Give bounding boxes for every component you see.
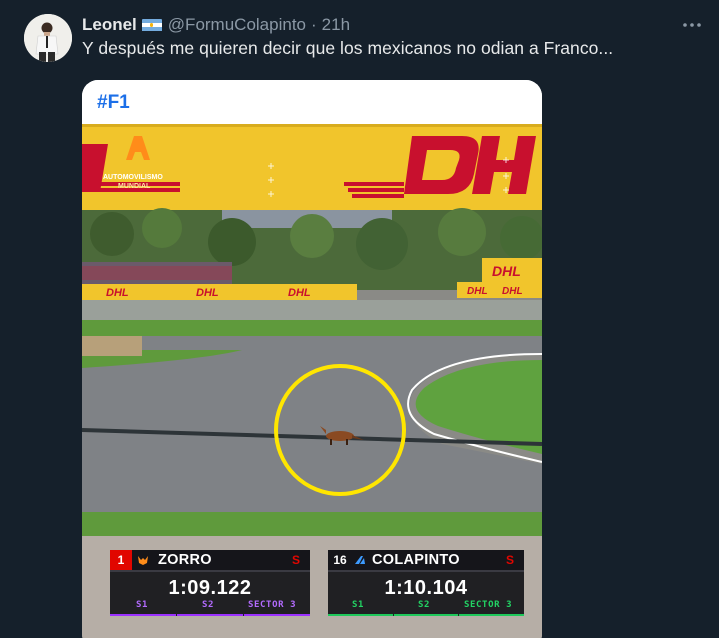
- more-horizontal-icon: [683, 23, 701, 27]
- fence-sponsor-3: DHL: [288, 287, 311, 299]
- sector-3-bar: [244, 614, 310, 616]
- lap-time: 1:10.104: [384, 577, 468, 599]
- alpine-team-icon: [352, 550, 368, 570]
- avatar[interactable]: [24, 14, 72, 62]
- driver-name: ZORRO: [158, 552, 212, 568]
- sector-2-bar: [394, 614, 458, 616]
- status-s: S: [505, 553, 514, 567]
- display-name[interactable]: Leonel: [82, 15, 137, 35]
- timestamp[interactable]: 21h: [322, 15, 350, 35]
- sector-2-bar: [177, 614, 243, 616]
- sector-1-label: S1: [352, 600, 365, 610]
- tweet-text: Y después me quieren decir que los mexic…: [82, 38, 614, 58]
- tweet-header: Leonel @FormuColapinto · 21h: [82, 14, 350, 36]
- status-s: S: [291, 553, 300, 567]
- lap-time: 1:09.122: [168, 577, 252, 599]
- sector-3-label: SECTOR 3: [248, 600, 297, 610]
- logo-text-line2: MUNDIAL: [118, 183, 151, 190]
- media-image[interactable]: #F1 AUTOMOVILISMO MUNDIAL DHL DHL DHL DH…: [82, 80, 542, 638]
- fox-team-icon: [134, 550, 152, 570]
- fence-sponsor-2: DHL: [196, 287, 219, 299]
- driver-name: COLAPINTO: [372, 552, 460, 568]
- sign-sponsor: DHL: [492, 263, 521, 279]
- position-badge: 16: [333, 553, 347, 567]
- fence-sponsor-4: DHL: [467, 286, 488, 297]
- tweet[interactable]: Leonel @FormuColapinto · 21h Y después m…: [0, 0, 719, 638]
- user-handle[interactable]: @FormuColapinto: [168, 15, 306, 35]
- position-badge: 1: [110, 550, 132, 570]
- avatar-image: [24, 14, 72, 62]
- timing-card-zorro: 1 ZORRO S 1:09.122 S1 S2 SECTOR 3: [110, 550, 310, 616]
- logo-text-line1: AUTOMOVILISMO: [103, 174, 163, 181]
- argentina-flag-icon: [141, 18, 162, 32]
- hashtag-label: #F1: [97, 92, 130, 113]
- sector-2-label: S2: [202, 600, 215, 610]
- more-options-button[interactable]: [680, 14, 704, 36]
- sector-1-bar: [328, 614, 393, 616]
- sector-3-bar: [459, 614, 524, 616]
- sector-3-label: SECTOR 3: [464, 600, 513, 610]
- timing-card-colapinto: 16 COLAPINTO S 1:10.104 S1 S2 SECTOR 3: [328, 550, 524, 616]
- sector-1-label: S1: [136, 600, 149, 610]
- sector-2-label: S2: [418, 600, 431, 610]
- media-header: #F1: [82, 80, 542, 124]
- fence-sponsor-5: DHL: [502, 286, 523, 297]
- sector-1-bar: [110, 614, 176, 616]
- fence-sponsor-1: DHL: [106, 287, 129, 299]
- separator-dot: ·: [311, 15, 317, 34]
